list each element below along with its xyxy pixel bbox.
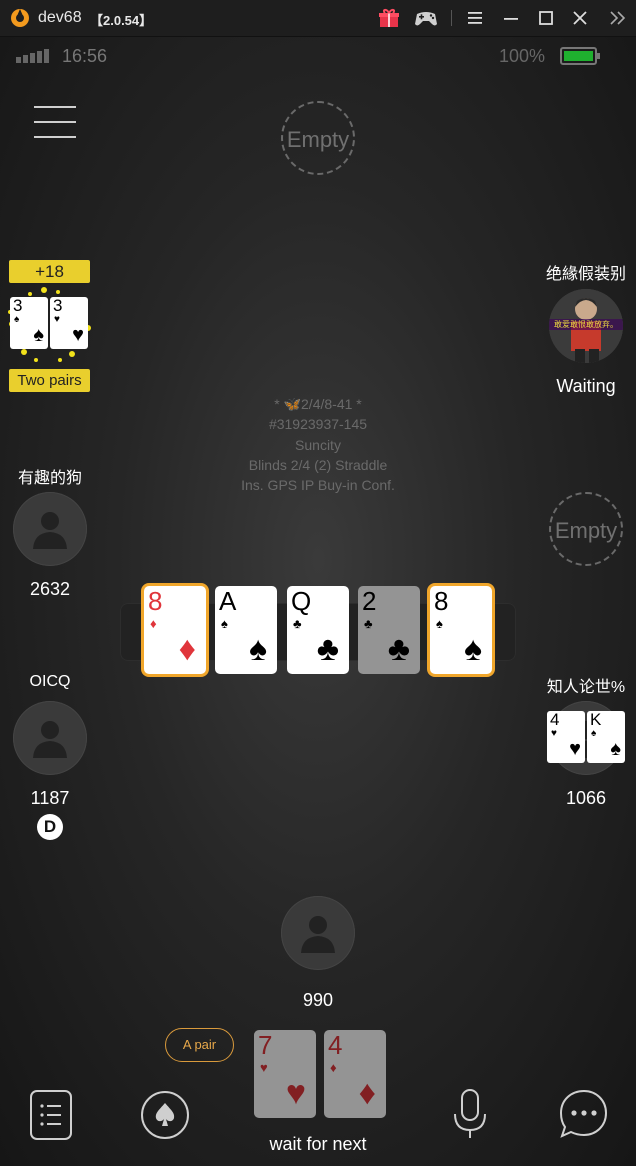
menu-icon[interactable] (463, 6, 487, 30)
default-user-icon (33, 721, 67, 758)
battery-icon (560, 47, 600, 65)
card-rank: 7 (258, 1030, 273, 1060)
close-icon[interactable] (568, 6, 592, 30)
default-user-icon (301, 916, 335, 953)
avatar-banner-text: 敢爱敢恨敢放弃。 (549, 319, 623, 330)
player-avatar[interactable] (13, 701, 87, 775)
club-icon: ♣ (293, 616, 302, 631)
signal-icon (16, 49, 49, 63)
board-card-2: A ♠ ♠ (215, 586, 277, 674)
diamond-icon: ♦ (150, 616, 157, 631)
hero-status: wait for next (269, 1134, 367, 1154)
player-name: OICQ (29, 673, 71, 690)
expand-sidebar-icon[interactable] (606, 6, 630, 30)
player-stack: 1066 (565, 788, 607, 808)
heart-icon: ♥ (569, 738, 581, 760)
right-low-card-1: 4 ♥ ♥ (547, 711, 585, 763)
left-top-card-1: 3 ♠ ♠ (10, 297, 48, 349)
hero-avatar[interactable] (281, 896, 355, 970)
club-icon: ♣ (364, 616, 373, 631)
app-title: dev68 (38, 9, 82, 26)
card-rank: A (219, 586, 237, 616)
app-version: 【2.0.54】 (90, 13, 153, 28)
player-name: 有趣的狗 (17, 470, 82, 487)
card-rank: Q (291, 586, 312, 616)
heart-icon: ♥ (54, 314, 60, 325)
status-time: 16:56 (62, 46, 108, 66)
right-low-card-2: K ♠ ♠ (587, 711, 625, 763)
minimize-icon[interactable] (499, 6, 523, 30)
board-card-5: 8 ♠ ♠ (430, 586, 492, 674)
card-rank: 8 (148, 586, 163, 616)
spade-icon: ♠ (591, 728, 597, 739)
spade-icon: ♠ (33, 324, 44, 346)
empty-seat-right[interactable]: Empty (549, 492, 623, 566)
hero-card-2: 4 ♦ ♦ (324, 1030, 386, 1118)
player-avatar[interactable] (13, 492, 87, 566)
diamond-icon: ♦ (358, 1074, 376, 1112)
spade-icon: ♠ (436, 616, 443, 631)
table-info-code: * 🦋2/4/8-41 * (274, 396, 362, 412)
heart-icon: ♥ (285, 1074, 306, 1112)
spade-menu-icon[interactable] (140, 1090, 190, 1140)
titlebar-divider (451, 10, 452, 26)
card-rank: 2 (362, 586, 377, 616)
player-name: 绝緣假装别 (545, 266, 626, 283)
maximize-icon[interactable] (534, 6, 558, 30)
board-card-3: Q ♣ ♣ (287, 586, 349, 674)
player-name: 知人论世% (546, 679, 626, 696)
heart-icon: ♥ (551, 728, 557, 739)
heart-icon: ♥ (260, 1060, 268, 1075)
microphone-icon[interactable] (451, 1088, 489, 1142)
board-card-1: 8 ♦ ♦ (144, 586, 206, 674)
hand-label-badge: Two pairs (9, 369, 90, 392)
spade-icon: ♠ (610, 738, 621, 760)
board-card-4: 2 ♣ ♣ (358, 586, 420, 674)
table-info-club: Suncity (295, 437, 341, 453)
battery-percent: 100% (499, 46, 546, 66)
gamepad-icon[interactable] (413, 6, 439, 30)
heart-icon: ♥ (72, 324, 84, 346)
left-top-card-2: 3 ♥ ♥ (50, 297, 88, 349)
player-avatar[interactable]: 敢爱敢恨敢放弃。 (549, 289, 623, 363)
gift-icon[interactable] (377, 6, 401, 30)
table-info-id: #31923937-145 (268, 416, 368, 432)
hero-hand-label: A pair (165, 1028, 234, 1062)
club-icon: ♣ (316, 630, 339, 668)
empty-seat-top[interactable]: Empty (281, 101, 355, 175)
hand-history-icon[interactable] (30, 1090, 72, 1140)
spade-icon: ♠ (463, 630, 482, 668)
default-user-icon (33, 512, 67, 549)
chat-icon[interactable] (559, 1089, 609, 1139)
table-menu-icon[interactable] (34, 106, 76, 140)
player-stack: 2632 (29, 579, 71, 599)
club-icon: ♣ (387, 630, 410, 668)
player-status: Waiting (556, 376, 616, 396)
diamond-icon: ♦ (330, 1060, 337, 1075)
hero-stack: 990 (302, 990, 334, 1010)
hero-card-1: 7 ♥ ♥ (254, 1030, 316, 1118)
dealer-button: D (37, 814, 63, 840)
card-rank: 4 (328, 1030, 343, 1060)
device-status-bar: 16:56 100% (0, 36, 636, 76)
diamond-icon: ♦ (178, 630, 196, 668)
win-amount-badge: +18 (9, 260, 90, 283)
app-logo-icon (11, 9, 29, 27)
spade-icon: ♠ (248, 630, 267, 668)
window-titlebar: dev68 【2.0.54】 (0, 0, 636, 37)
card-rank: 8 (434, 586, 449, 616)
spade-icon: ♠ (221, 616, 228, 631)
spade-icon: ♠ (14, 314, 20, 325)
player-stack: 1187 (30, 788, 70, 808)
